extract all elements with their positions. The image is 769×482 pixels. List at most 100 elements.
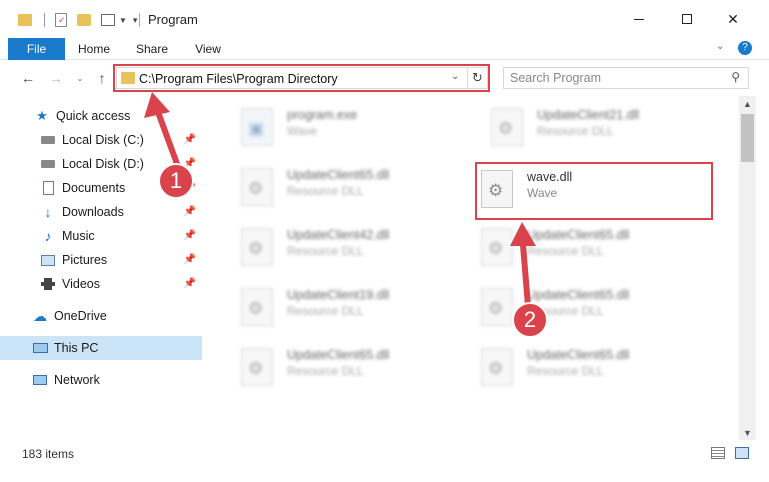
sidebar-item-label: Quick access — [56, 109, 131, 123]
pin-icon[interactable]: 📌 — [184, 206, 196, 217]
callout-badge-2: 2 — [512, 302, 548, 338]
search-icon[interactable]: ⚲ — [731, 70, 740, 84]
file-list: ▣ program.exe Wave ⚙ UpdateClient21.dll … — [207, 96, 739, 440]
ribbon: File Home Share View ⌄ ? — [0, 38, 769, 88]
file-item[interactable]: ⚙ UpdateClient65.dll Resource DLL — [217, 342, 447, 392]
file-type: Resource DLL — [527, 244, 604, 258]
large-icons-view-icon[interactable] — [735, 447, 749, 459]
search-box[interactable]: ⚲ — [503, 67, 749, 89]
sidebar-item-this-pc[interactable]: This PC — [0, 336, 202, 360]
sidebar-item-network[interactable]: Network — [0, 368, 202, 392]
back-arrow-icon[interactable]: ← — [18, 68, 38, 88]
window-title: Program — [148, 12, 198, 27]
quick-access-toolbar: ✓ ▼ ▾ — [18, 10, 137, 30]
file-type: Resource DLL — [287, 184, 364, 198]
computer-icon — [32, 341, 48, 355]
sidebar-item-videos[interactable]: Videos 📌 — [0, 272, 202, 296]
file-name: UpdateClient42.dll — [287, 228, 390, 242]
file-item[interactable]: ⚙ UpdateClient42.dll Resource DLL — [217, 222, 447, 272]
pictures-icon — [40, 253, 56, 267]
file-name: UpdateClient65.dll — [527, 228, 630, 242]
address-highlight-box — [113, 64, 490, 92]
view-icon[interactable] — [101, 14, 115, 26]
documents-icon — [40, 181, 56, 195]
properties-icon[interactable]: ✓ — [55, 13, 67, 27]
file-item[interactable]: ⚙ UpdateClient21.dll Resource DLL — [467, 102, 697, 152]
file-type: Resource DLL — [527, 364, 604, 378]
file-type: Resource DLL — [287, 244, 364, 258]
chevron-down-icon[interactable]: ▼ — [119, 16, 127, 25]
sidebar-item-label: Downloads — [62, 205, 124, 219]
dll-file-icon: ⚙ — [241, 288, 273, 326]
navigation-pane: ★ Quick access Local Disk (C:) 📌 Local D… — [0, 96, 207, 440]
sidebar-item-label: OneDrive — [54, 309, 107, 323]
music-icon: ♪ — [44, 228, 52, 244]
sidebar-item-label: Pictures — [62, 253, 108, 267]
file-highlight-box — [475, 162, 713, 220]
close-button[interactable]: ✕ — [718, 8, 748, 30]
sidebar-item-local-disk-c[interactable]: Local Disk (C:) 📌 — [0, 128, 202, 152]
sidebar-item-music[interactable]: ♪ Music 📌 — [0, 224, 202, 248]
file-name: UpdateClient19.dll — [287, 288, 390, 302]
expand-ribbon-icon[interactable]: ⌄ — [716, 41, 724, 52]
title-bar: ✓ ▼ ▾ Program ✕ — [0, 0, 769, 38]
tab-view[interactable]: View — [188, 38, 228, 60]
sidebar-item-quick-access[interactable]: ★ Quick access — [0, 104, 202, 128]
sidebar-item-downloads[interactable]: ↓ Downloads 📌 — [0, 200, 202, 224]
new-folder-icon[interactable] — [77, 14, 91, 26]
drive-icon — [40, 133, 56, 147]
file-type: Wave — [287, 124, 318, 138]
callout-badge-1: 1 — [158, 163, 194, 199]
scroll-up-icon[interactable]: ▲ — [743, 99, 752, 109]
sidebar-item-pictures[interactable]: Pictures 📌 — [0, 248, 202, 272]
pin-icon[interactable]: 📌 — [184, 278, 196, 289]
up-arrow-icon[interactable]: ↑ — [92, 68, 112, 88]
file-name: UpdateClient65.dll — [287, 348, 390, 362]
scrollbar-thumb[interactable] — [741, 114, 754, 162]
customize-toolbar-icon[interactable]: ▾ — [133, 15, 138, 26]
sidebar-item-label: Local Disk (C:) — [62, 133, 144, 147]
tab-share[interactable]: Share — [132, 38, 172, 60]
file-type: Resource DLL — [287, 364, 364, 378]
file-name: UpdateClient65.dll — [527, 348, 630, 362]
file-item[interactable]: ▣ program.exe Wave — [217, 102, 447, 152]
pin-icon[interactable]: 📌 — [184, 230, 196, 241]
folder-icon[interactable] — [18, 14, 32, 26]
search-input[interactable] — [510, 69, 710, 87]
file-item[interactable]: ⚙ UpdateClient65.dll Resource DLL — [217, 162, 447, 212]
item-count: 183 items — [22, 447, 75, 461]
tab-home[interactable]: Home — [74, 38, 114, 60]
star-icon: ★ — [36, 108, 48, 123]
file-name: UpdateClient65.dll — [527, 288, 630, 302]
navigation-bar: ← → ⌄ ↑ C:\Program Files\Program Directo… — [0, 60, 769, 96]
sidebar-item-onedrive[interactable]: ☁ OneDrive — [0, 304, 202, 328]
separator — [44, 13, 45, 27]
file-item[interactable]: ⚙ UpdateClient19.dll Resource DLL — [217, 282, 447, 332]
recent-locations-icon[interactable]: ⌄ — [70, 68, 90, 88]
dll-file-icon: ⚙ — [241, 348, 273, 386]
forward-arrow-icon[interactable]: → — [46, 68, 66, 88]
network-icon — [32, 373, 48, 387]
file-type: Resource DLL — [287, 304, 364, 318]
help-icon[interactable]: ? — [738, 41, 752, 55]
dll-file-icon: ⚙ — [241, 228, 273, 266]
pin-icon[interactable]: 📌 — [184, 254, 196, 265]
sidebar-item-label: Local Disk (D:) — [62, 157, 144, 171]
minimize-button[interactable] — [624, 8, 654, 30]
dll-file-icon: ⚙ — [491, 108, 523, 146]
dll-file-icon: ⚙ — [481, 228, 513, 266]
sidebar-item-label: Videos — [62, 277, 100, 291]
scroll-down-icon[interactable]: ▼ — [743, 428, 752, 438]
maximize-button[interactable] — [672, 8, 702, 30]
file-item[interactable]: ⚙ UpdateClient65.dll Resource DLL — [457, 282, 687, 332]
file-item[interactable]: ⚙ UpdateClient65.dll Resource DLL — [457, 342, 687, 392]
vertical-scrollbar[interactable]: ▲ ▼ — [739, 96, 756, 440]
videos-icon — [40, 277, 56, 291]
dll-file-icon: ⚙ — [481, 288, 513, 326]
pin-icon[interactable]: 📌 — [184, 134, 196, 145]
file-item[interactable]: ⚙ UpdateClient65.dll Resource DLL — [457, 222, 687, 272]
cloud-icon: ☁ — [33, 307, 47, 324]
details-view-icon[interactable] — [711, 447, 725, 459]
dll-file-icon: ⚙ — [241, 168, 273, 206]
sidebar-item-label: Music — [62, 229, 95, 243]
